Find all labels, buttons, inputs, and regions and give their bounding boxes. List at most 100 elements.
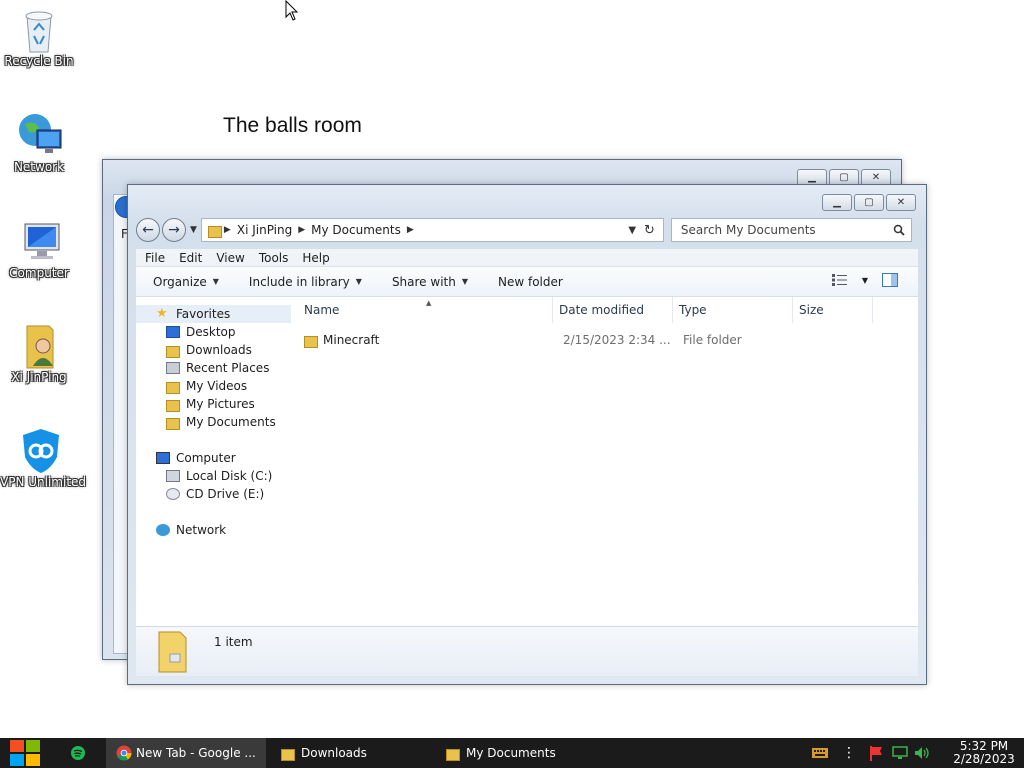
forward-button[interactable]: → bbox=[162, 218, 186, 242]
nav-network[interactable]: Network bbox=[136, 521, 296, 539]
folder-icon bbox=[304, 334, 318, 348]
file-date: 2/15/2023 2:34 ... bbox=[563, 333, 671, 347]
menu-file[interactable]: File bbox=[145, 251, 165, 265]
nav-label: Desktop bbox=[186, 325, 236, 339]
menu-tools[interactable]: Tools bbox=[259, 251, 289, 265]
new-folder-button[interactable]: New folder bbox=[498, 275, 563, 289]
taskbar-app-downloads[interactable]: Downloads bbox=[271, 738, 436, 768]
refresh-icon[interactable]: ↻ bbox=[644, 223, 655, 238]
nav-label: My Videos bbox=[186, 379, 248, 393]
back-arrow-icon: ← bbox=[142, 222, 154, 238]
nav-label: My Pictures bbox=[186, 397, 255, 411]
nav-computer[interactable]: Computer bbox=[136, 449, 296, 467]
nav-label: Network bbox=[176, 523, 227, 537]
desktop-icon-recycle-bin[interactable]: Recycle Bin bbox=[0, 6, 78, 68]
organize-button[interactable]: Organize ▼ bbox=[153, 275, 219, 289]
system-tray: ⋮ 5:32 PM 2/28/2023 bbox=[812, 738, 1024, 768]
clock-date: 2/28/2023 bbox=[953, 752, 1015, 766]
desktop-icon-network[interactable]: Network bbox=[0, 112, 78, 174]
clock[interactable]: 5:32 PM 2/28/2023 bbox=[944, 740, 1024, 766]
folder-icon bbox=[446, 747, 460, 761]
nav-label: Local Disk (C:) bbox=[186, 469, 273, 483]
taskbar: New Tab - Google ... Downloads My Docume… bbox=[0, 738, 1024, 768]
breadcrumb-item[interactable]: Xi JinPing bbox=[237, 223, 292, 237]
back-button[interactable]: ← bbox=[136, 218, 160, 242]
nav-recent-places[interactable]: Recent Places bbox=[136, 359, 296, 377]
breadcrumb-separator-icon[interactable]: ▶ bbox=[298, 225, 305, 235]
documents-folder-icon bbox=[166, 416, 180, 430]
desktop-icon-computer[interactable]: Computer bbox=[0, 218, 78, 280]
recent-places-icon bbox=[166, 362, 180, 374]
nav-my-videos[interactable]: My Videos bbox=[136, 377, 296, 395]
nav-cd-drive[interactable]: CD Drive (E:) bbox=[136, 485, 296, 503]
desktop-icon-vpn[interactable]: VPN Unlimited bbox=[0, 427, 86, 489]
search-icon[interactable] bbox=[893, 224, 905, 236]
forward-arrow-icon: → bbox=[168, 222, 180, 238]
start-button[interactable] bbox=[0, 738, 50, 768]
taskbar-app-label: New Tab - Google ... bbox=[136, 746, 256, 760]
folder-icon bbox=[281, 747, 295, 761]
spotify-taskbar-button[interactable] bbox=[50, 738, 106, 768]
desktop-heading-text: The balls room bbox=[223, 114, 362, 137]
desktop-icon-label: Computer bbox=[9, 266, 69, 280]
menu-edit[interactable]: Edit bbox=[179, 251, 202, 265]
preview-pane-icon[interactable] bbox=[882, 273, 898, 287]
network-icon bbox=[156, 524, 170, 536]
explorer-content: ★ Favorites Desktop Downloads Recent Pla… bbox=[136, 297, 918, 626]
include-in-library-button[interactable]: Include in library ▼ bbox=[249, 275, 362, 289]
address-dropdown-icon[interactable]: ▼ bbox=[628, 225, 636, 236]
overflow-menu-icon[interactable]: ⋮ bbox=[842, 745, 856, 761]
desktop-icon bbox=[166, 326, 180, 338]
search-box[interactable] bbox=[670, 218, 912, 242]
menu-help[interactable]: Help bbox=[302, 251, 329, 265]
breadcrumb-item[interactable]: My Documents bbox=[311, 223, 401, 237]
column-type[interactable]: Type bbox=[673, 297, 793, 323]
chevron-down-icon: ▼ bbox=[355, 277, 362, 286]
column-date-modified[interactable]: Date modified bbox=[553, 297, 673, 323]
folder-icon bbox=[207, 224, 222, 238]
view-options-icon[interactable] bbox=[831, 274, 848, 286]
chevron-down-icon: ▼ bbox=[212, 277, 219, 286]
nav-desktop[interactable]: Desktop bbox=[136, 323, 296, 341]
recent-locations-dropdown[interactable]: ▼ bbox=[190, 225, 197, 235]
item-count: 1 item bbox=[214, 635, 253, 649]
keyboard-icon[interactable] bbox=[812, 748, 828, 758]
explorer-window[interactable]: ▁ ▢ ✕ ← → ▼ ▶ Xi JinPing ▶ My Documents … bbox=[127, 184, 927, 685]
taskbar-app-my-documents[interactable]: My Documents bbox=[436, 738, 586, 768]
volume-icon[interactable] bbox=[914, 746, 930, 760]
address-bar[interactable]: ▶ Xi JinPing ▶ My Documents ▶ ▼ ↻ bbox=[200, 218, 664, 242]
nav-downloads[interactable]: Downloads bbox=[136, 341, 296, 359]
new-folder-label: New folder bbox=[498, 274, 563, 289]
network-status-icon[interactable] bbox=[892, 746, 908, 760]
desktop-icon-label: Xi JinPing bbox=[11, 370, 67, 384]
menu-view[interactable]: View bbox=[216, 251, 244, 265]
desktop-icon-user-folder[interactable]: Xi JinPing bbox=[0, 322, 78, 384]
nav-label: My Documents bbox=[186, 415, 276, 429]
command-toolbar: Organize ▼ Include in library ▼ Share with… bbox=[136, 267, 918, 297]
close-button[interactable]: ✕ bbox=[886, 194, 916, 211]
nav-label: Computer bbox=[176, 451, 236, 465]
nav-my-documents[interactable]: My Documents bbox=[136, 413, 296, 431]
taskbar-app-label: Downloads bbox=[301, 746, 367, 760]
nav-favorites[interactable]: ★ Favorites bbox=[136, 305, 291, 323]
nav-my-pictures[interactable]: My Pictures bbox=[136, 395, 296, 413]
folder-icon bbox=[158, 631, 187, 673]
search-input[interactable] bbox=[680, 223, 893, 237]
file-row[interactable]: Minecraft 2/15/2023 2:34 ... File folder bbox=[298, 331, 918, 349]
view-controls: ▼ bbox=[831, 273, 898, 287]
column-size[interactable]: Size bbox=[793, 297, 873, 323]
nav-local-disk[interactable]: Local Disk (C:) bbox=[136, 467, 296, 485]
taskbar-app-chrome[interactable]: New Tab - Google ... bbox=[106, 738, 266, 768]
windows-logo-icon bbox=[10, 740, 40, 766]
share-with-button[interactable]: Share with ▼ bbox=[392, 275, 468, 289]
file-name: Minecraft bbox=[323, 333, 380, 347]
breadcrumb-separator-icon[interactable]: ▶ bbox=[407, 225, 414, 235]
chevron-down-icon[interactable]: ▼ bbox=[862, 276, 868, 285]
user-folder-icon bbox=[17, 322, 61, 369]
column-name[interactable]: Name bbox=[298, 297, 553, 323]
maximize-button[interactable]: ▢ bbox=[854, 194, 884, 211]
breadcrumb-separator-icon[interactable]: ▶ bbox=[224, 225, 231, 235]
minimize-button[interactable]: ▁ bbox=[822, 194, 852, 211]
column-headers: ▲ Name Date modified Type Size bbox=[298, 297, 918, 323]
action-center-flag-icon[interactable] bbox=[868, 745, 884, 761]
